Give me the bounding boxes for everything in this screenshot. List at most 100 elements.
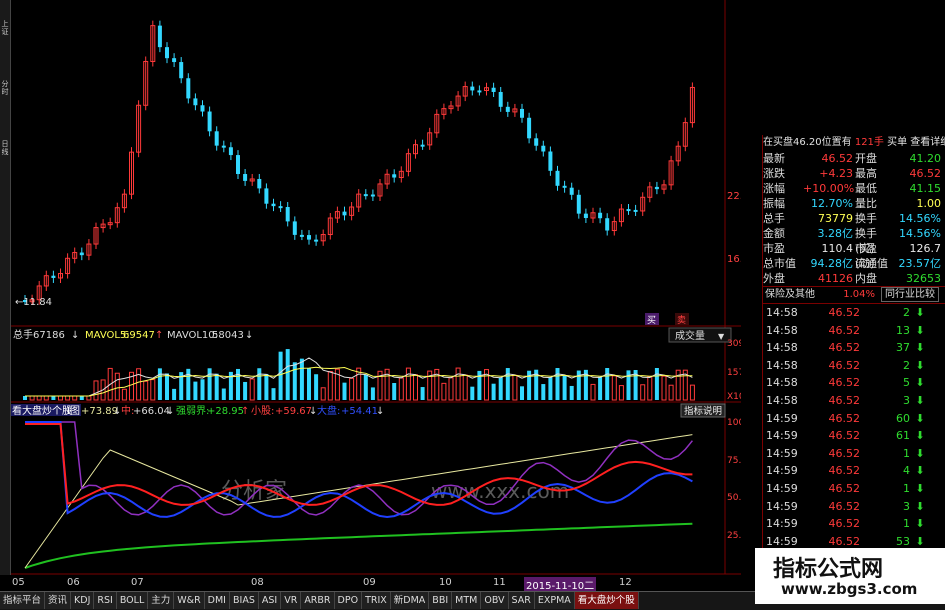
volume-bar [512,374,518,401]
price-axis-label: 16.38 [727,254,741,265]
date-label: 06 [67,577,80,588]
tab-indicator[interactable]: MTM [452,592,482,609]
volume-bar [661,375,667,401]
date-label: 08 [251,577,264,588]
arrow-down-icon: ↓ [376,406,384,417]
order-detail-link[interactable]: 查看详细 [910,137,945,148]
volume-bar [121,388,127,401]
quote-value: 14.56% [899,227,941,240]
quote-label: 最新 [763,152,785,165]
trade-price: 46.52 [828,358,861,372]
trade-time: 14:58 [766,376,798,390]
candle [520,108,524,118]
candle [79,252,84,256]
tab-indicator[interactable]: KDJ [71,592,95,609]
candle [243,174,248,181]
left-tab-strip: 上证 分时 日线 [0,0,11,575]
left-tab-2[interactable]: 日线 [0,140,10,156]
trade-time: 14:58 [766,341,798,355]
trade-price: 46.52 [828,446,861,460]
trade-price: 46.52 [828,429,861,443]
volume-bar [569,385,574,400]
candle [534,138,539,146]
candle [605,218,610,231]
tab-indicator[interactable]: ARBR [301,592,335,609]
tab-indicator[interactable]: RSI [94,592,117,609]
date-label: 10 [439,577,452,588]
tab-indicator[interactable]: 看大盘炒个股 [574,592,639,609]
trade-time: 14:58 [766,358,798,372]
tab-indicator[interactable]: 资讯 [45,592,72,609]
quote-label: 涨跌 [763,167,785,180]
volume-bar [320,387,326,401]
trade-volume: 13 [896,323,910,337]
tab-indicator[interactable]: OBV [481,592,509,609]
quote-label: 市盈 [763,242,785,255]
tab-indicator[interactable]: DPO [334,592,363,609]
volume-bar [271,388,276,400]
arrow-down-icon: ↓ [166,406,174,417]
buy-badge[interactable]: 买 [647,315,656,326]
volume-bar [349,377,355,401]
site-watermark-url: www.zbgs3.com [781,580,918,598]
quote-label: 换手 [855,212,877,225]
tab-indicator[interactable]: 新DMA [390,592,430,609]
trade-row: 14:59 46.52 4 ⬇ [763,462,945,480]
mavol10-value: 58043 [212,330,244,341]
arrow-down-icon: ⬇ [915,306,925,319]
date-label: 09 [363,577,376,588]
volume-bar [654,368,659,400]
volume-bar [370,387,375,400]
indicator-help-label[interactable]: 指标说明 [684,405,722,417]
quote-label: 总市值 [763,257,796,270]
trade-time: 14:58 [766,323,798,337]
order-hint-text: 在买盘46.20位置有 [763,137,852,148]
tab-indicator[interactable]: BIAS [230,592,259,609]
left-tab-1[interactable]: 分时 [0,80,10,96]
volume-ma10-line [25,366,693,397]
tab-indicator[interactable]: BBI [429,592,453,609]
trade-row: 14:58 46.52 2 ⬇ [763,357,945,375]
quote-row: 总市值 94.28亿 流通值 23.57亿 [763,256,945,271]
trade-volume: 3 [903,499,910,513]
candle [370,194,375,197]
tab-indicator[interactable]: ASI [258,592,282,609]
candle [392,174,397,178]
tab-indicator[interactable]: BOLL [116,592,149,609]
low-price-marker: ←11.84 [15,297,52,308]
tab-indicator[interactable]: VR [281,592,302,609]
tab-indicator[interactable]: W&R [174,592,205,609]
candle [157,25,162,48]
candle [51,275,56,278]
tab-indicator[interactable]: SAR [508,592,535,609]
order-hint-count: 121手 [854,137,884,148]
tab-indicator[interactable]: 指标平台 [0,592,46,609]
volume-bar [398,377,404,401]
volume-bar [441,382,447,401]
volume-dropdown-label[interactable]: 成交量 [675,329,705,342]
tab-indicator[interactable]: EXPMA [534,592,575,609]
indicator-small-value: +59.67 [275,406,312,417]
date-axis: 05 06 07 08 09 10 11 2015-11-10二 12 [11,575,741,592]
trade-row: 14:58 46.52 37 ⬇ [763,339,945,357]
tab-indicator[interactable]: 主力 [148,592,175,609]
volume-bar [448,377,454,401]
tab-indicator[interactable]: DMI [204,592,230,609]
candle [583,213,588,219]
chevron-down-icon[interactable]: ▼ [718,332,725,341]
candle [654,186,659,190]
sell-badge[interactable]: 卖 [677,315,686,326]
candle [214,131,219,146]
candle [228,147,233,156]
left-tab-0[interactable]: 上证 [0,20,10,36]
quote-value: 46.52 [821,152,854,165]
tab-indicator[interactable]: TRIX [362,592,391,609]
quote-label: 换手(实) [855,227,877,255]
candle [626,209,631,212]
volume-header: 总手 67186 ↓ MAVOL5: 69547 ↑ MAVOL10: 5804… [13,328,253,341]
trade-row: 14:58 46.52 3 ⬇ [763,392,945,410]
volume-total-label: 总手 [13,328,33,341]
compare-button[interactable]: 同行业比较 [881,287,939,302]
trade-time: 14:59 [766,517,798,531]
quote-label: 内盘 [855,272,877,285]
